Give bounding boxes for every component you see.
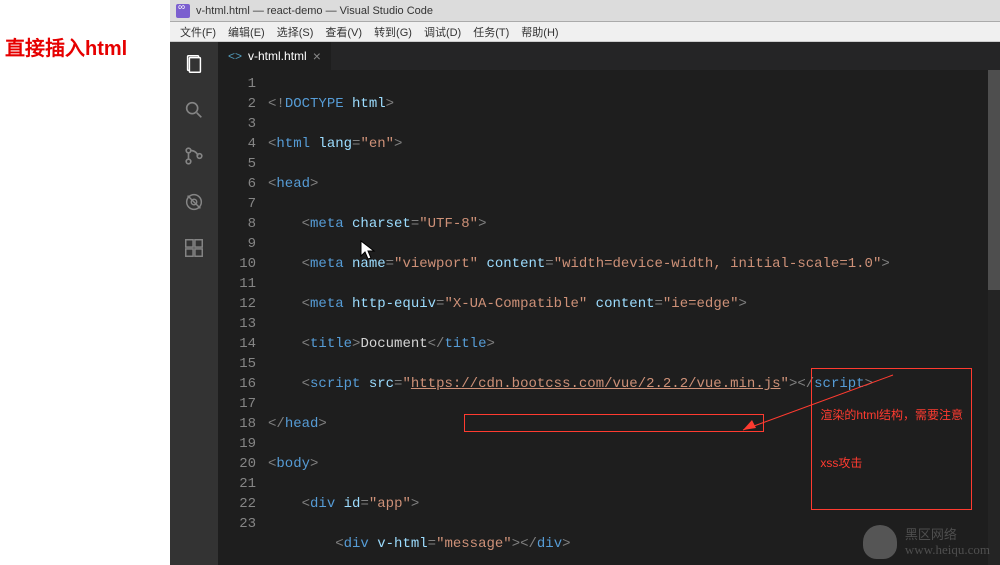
scrollbar-vertical[interactable] [988, 70, 1000, 565]
editor: <> v-html.html × 12345678910111213141516… [218, 42, 1000, 565]
debug-icon[interactable] [180, 188, 208, 216]
annotation-box: 渲染的html结构，需要注意 xss攻击 [811, 368, 972, 510]
tab-v-html[interactable]: <> v-html.html × [218, 42, 331, 70]
line-gutter: 1234567891011121314151617181920212223 [218, 70, 268, 565]
watermark-text-1: 黑区网络 [905, 527, 990, 542]
menu-debug[interactable]: 调试(D) [418, 24, 467, 40]
tabbar: <> v-html.html × [218, 42, 1000, 70]
watermark: 黑区网络 www.heiqu.com [863, 525, 990, 559]
close-icon[interactable]: × [313, 48, 321, 64]
code-highlight-box [464, 414, 764, 432]
activitybar [170, 42, 218, 565]
vscode-logo-icon [176, 4, 190, 18]
watermark-logo-icon [863, 525, 897, 559]
code-editor[interactable]: 1234567891011121314151617181920212223 <!… [218, 70, 1000, 565]
explorer-icon[interactable] [180, 50, 208, 78]
menu-help[interactable]: 帮助(H) [515, 24, 564, 40]
menu-go[interactable]: 转到(G) [368, 24, 418, 40]
watermark-text-2: www.heiqu.com [905, 542, 990, 557]
vscode-window: v-html.html — react-demo — Visual Studio… [170, 0, 1000, 565]
menu-view[interactable]: 查看(V) [319, 24, 368, 40]
menu-selection[interactable]: 选择(S) [271, 24, 320, 40]
menu-edit[interactable]: 编辑(E) [222, 24, 271, 40]
git-icon[interactable] [180, 142, 208, 170]
external-heading: 直接插入html [5, 32, 127, 61]
menu-tasks[interactable]: 任务(T) [467, 24, 515, 40]
window-title: v-html.html — react-demo — Visual Studio… [196, 5, 433, 17]
tab-label: v-html.html [248, 49, 307, 63]
search-icon[interactable] [180, 96, 208, 124]
extensions-icon[interactable] [180, 234, 208, 262]
menubar: 文件(F) 编辑(E) 选择(S) 查看(V) 转到(G) 调试(D) 任务(T… [170, 22, 1000, 42]
titlebar: v-html.html — react-demo — Visual Studio… [170, 0, 1000, 22]
code-content[interactable]: <!DOCTYPE html> <html lang="en"> <head> … [268, 70, 1000, 565]
menu-file[interactable]: 文件(F) [174, 24, 222, 40]
